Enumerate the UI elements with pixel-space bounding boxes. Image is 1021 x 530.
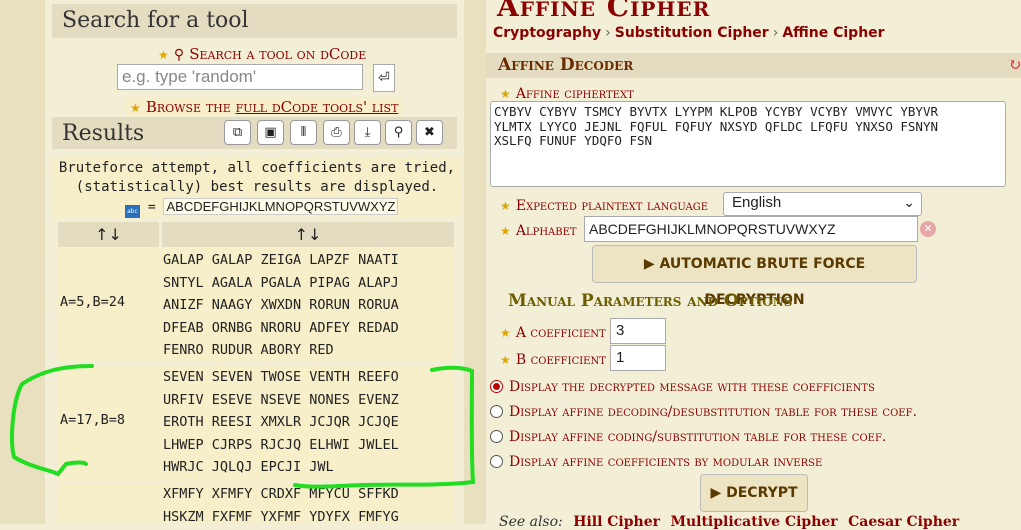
play-icon: ▶: [643, 256, 655, 272]
alphabet-value: ABCDEFGHIJKLMNOPQRSTUVWXYZ: [163, 198, 399, 215]
download-icon[interactable]: ⤓: [354, 120, 381, 145]
breadcrumb-affine[interactable]: Affine Cipher: [782, 25, 884, 41]
option-modular-inverse[interactable]: Display affine coefficients by modular i…: [490, 451, 822, 470]
manual-params-title: Manual Parameters and Options: [508, 291, 793, 311]
pin-icon[interactable]: ⚲: [385, 120, 412, 145]
alphabet-eq: =: [147, 200, 156, 215]
screenshot-icon[interactable]: ▣: [257, 120, 284, 145]
bruteforce-line-1: Bruteforce attempt, all coefficients are…: [58, 160, 456, 176]
enter-icon[interactable]: ⏎: [373, 64, 395, 92]
breadcrumb-substitution[interactable]: Substitution Cipher: [615, 25, 769, 41]
close-icon[interactable]: ✖: [416, 120, 443, 145]
breadcrumb: Cryptography › Substitution Cipher › Affine …: [493, 25, 885, 41]
row-coefficients: A=5,B=24: [60, 294, 126, 310]
option-decrypted-message[interactable]: Display the decrypted message with these…: [490, 376, 875, 395]
row-text: GALAP GALAP ZEIGA LAPZF NAATI SNTYL AGAL…: [163, 252, 399, 358]
search-icon: ⚲: [173, 47, 185, 63]
clear-icon[interactable]: ✕: [920, 221, 936, 237]
see-also: See also: Hill Cipher Multiplicative Cip…: [499, 514, 959, 530]
radio[interactable]: [490, 430, 503, 443]
sort-text-header[interactable]: ↑↓: [162, 222, 454, 247]
link-multiplicative-cipher[interactable]: Multiplicative Cipher: [670, 514, 837, 530]
b-coefficient-input[interactable]: 1: [610, 345, 666, 371]
search-input[interactable]: e.g. type 'random': [117, 64, 363, 90]
search-tool-link[interactable]: ★ ⚲ Search a tool on dCode: [158, 44, 366, 63]
refresh-icon[interactable]: ↻: [1008, 55, 1021, 74]
sort-coef-header[interactable]: ↑↓: [58, 222, 159, 247]
bruteforce-line-2: (statistically) best results are display…: [75, 179, 439, 195]
decoder-title: Affine Decoder: [498, 55, 634, 75]
alphabet-line: abc = ABCDEFGHIJKLMNOPQRSTUVWXYZ: [125, 198, 399, 218]
star-icon: ★: [500, 353, 511, 367]
decrypt-button[interactable]: ▶ Decrypt: [700, 474, 808, 512]
star-icon: ★: [500, 199, 511, 213]
star-icon: ★: [500, 224, 511, 238]
green-highlight-annotation: [10, 364, 476, 489]
ciphertext-input[interactable]: CYBYV CYBYV TSMCY BYVTX LYYPM KLPOB YCYB…: [490, 101, 1006, 187]
search-link-label: Search a tool on dCode: [189, 45, 367, 63]
star-icon: ★: [158, 48, 169, 62]
page-title: Affine Cipher: [497, 0, 711, 23]
copy-icon[interactable]: ⧉: [224, 120, 251, 145]
brute-force-button[interactable]: ▶ Automatic Brute Force Decryption: [592, 245, 917, 308]
a-coefficient-input[interactable]: 3: [610, 318, 666, 344]
ciphertext-label: ★ Affine ciphertext: [500, 86, 634, 102]
play-icon: ▶: [710, 485, 722, 501]
radio-selected[interactable]: [490, 380, 503, 393]
breadcrumb-cryptography[interactable]: Cryptography: [493, 25, 601, 41]
option-decoding-table[interactable]: Display affine decoding/desubstitution t…: [490, 401, 917, 420]
star-icon: ★: [500, 87, 511, 101]
search-row: e.g. type 'random' ⏎: [117, 64, 395, 92]
star-icon: ★: [130, 101, 141, 115]
a-coefficient-label: ★ A coefficient: [500, 325, 606, 341]
table-row: A=5,B=24 GALAP GALAP ZEIGA LAPZF NAATI S…: [58, 248, 454, 362]
bruteforce-info: Bruteforce attempt, all coefficients are…: [52, 158, 462, 218]
language-select[interactable]: English ⌄: [723, 192, 922, 216]
browse-tools-link[interactable]: ★ Browse the full dCode tools' list: [126, 97, 403, 116]
chevron-down-icon: ⌄: [903, 194, 915, 210]
b-coefficient-label: ★ B coefficient: [500, 352, 606, 368]
language-label: ★ Expected plaintext language: [500, 198, 709, 214]
browse-prefix: Browse the: [145, 98, 236, 116]
alphabet-label: ★ Alphabet: [500, 223, 577, 239]
link-hill-cipher[interactable]: Hill Cipher: [573, 514, 660, 530]
option-coding-table[interactable]: Display affine coding/substitution table…: [490, 426, 886, 445]
alphabet-icon: abc: [125, 205, 140, 218]
browse-link-label: full dCode tools' list: [235, 98, 399, 116]
radio[interactable]: [490, 455, 503, 468]
alphabet-input[interactable]: ABCDEFGHIJKLMNOPQRSTUVWXYZ: [584, 216, 918, 242]
radio[interactable]: [490, 405, 503, 418]
star-icon: ★: [500, 326, 511, 340]
search-heading: Search for a tool: [52, 4, 457, 38]
link-caesar-cipher[interactable]: Caesar Cipher: [848, 514, 959, 530]
print-icon[interactable]: ⎙: [323, 120, 350, 145]
columns-icon[interactable]: ⦀: [290, 120, 317, 145]
see-also-label: See also:: [499, 514, 563, 530]
